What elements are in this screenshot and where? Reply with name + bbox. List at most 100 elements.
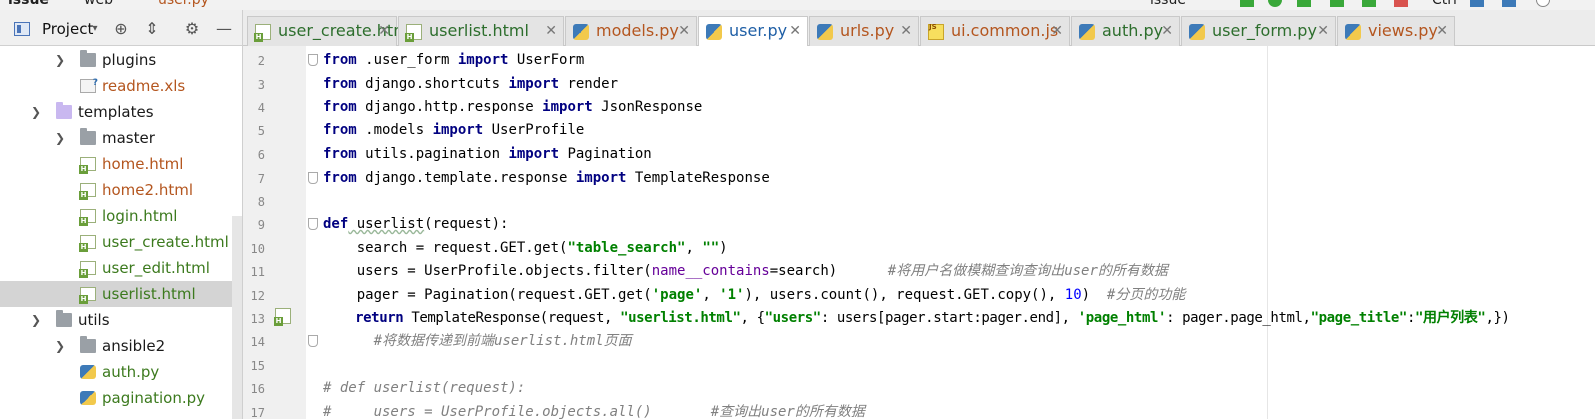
- tree-item-home-html[interactable]: home.html: [0, 151, 232, 177]
- fold-marker-icon[interactable]: [308, 172, 318, 184]
- keyword: from: [323, 99, 357, 115]
- chevron-right-icon[interactable]: ❯: [53, 47, 67, 73]
- code-text: pager = Pagination(request.GET.get(: [323, 287, 652, 303]
- tab-userlist-html[interactable]: userlist.html ✕: [398, 16, 564, 46]
- tab-label: urls.py: [840, 21, 895, 40]
- tree-item-label: templates: [78, 103, 154, 121]
- chevron-down-icon[interactable]: ❯: [29, 307, 43, 333]
- close-icon[interactable]: ✕: [1317, 17, 1329, 45]
- html-file-icon: [79, 235, 96, 252]
- chevron-right-icon[interactable]: ❯: [53, 333, 67, 359]
- tree-item-readme[interactable]: readme.xls: [0, 70, 232, 99]
- close-icon[interactable]: ✕: [789, 17, 801, 45]
- profile-icon[interactable]: [1330, 0, 1344, 7]
- tree-item-home2-html[interactable]: home2.html: [0, 177, 232, 203]
- collapse-all-icon[interactable]: ⇕: [143, 20, 161, 38]
- folder-icon: [56, 310, 72, 327]
- debug-icon[interactable]: [1268, 0, 1282, 7]
- tab-views-py[interactable]: views.py ✕: [1337, 16, 1455, 46]
- line-number: 13: [250, 312, 265, 326]
- tree-item-pagination-py[interactable]: pagination.py: [0, 385, 232, 411]
- xls-file-icon: [80, 70, 98, 96]
- step-icon[interactable]: [1362, 0, 1376, 7]
- coverage-icon[interactable]: [1297, 0, 1311, 7]
- tab-label: user_create.html: [278, 21, 414, 40]
- chevron-down-icon[interactable]: ❯: [29, 99, 43, 125]
- comment: #分页的功能: [1106, 287, 1186, 303]
- tab-ui-common-js[interactable]: ui.common.js ✕: [920, 13, 1070, 46]
- tab-user-py[interactable]: user.py ✕: [698, 16, 808, 47]
- close-icon[interactable]: ✕: [678, 17, 690, 45]
- tree-item-label: user_edit.html: [102, 259, 210, 277]
- close-icon[interactable]: ✕: [1161, 17, 1173, 45]
- string-literal: 'page_html': [1077, 310, 1167, 326]
- line-number: 10: [250, 242, 265, 256]
- search-everywhere-icon[interactable]: [1536, 0, 1550, 7]
- stop-icon[interactable]: [1394, 0, 1408, 7]
- keyword: from: [323, 122, 357, 138]
- breadcrumb-project[interactable]: issue: [8, 0, 49, 8]
- breadcrumb-folder[interactable]: web: [84, 0, 113, 8]
- breadcrumb-file[interactable]: user.py: [158, 0, 209, 8]
- close-icon[interactable]: ✕: [1051, 17, 1063, 45]
- close-icon[interactable]: ✕: [900, 17, 912, 45]
- vcs-commit-icon[interactable]: [1502, 0, 1516, 7]
- html-file-icon: [79, 183, 96, 200]
- tab-user-create-html[interactable]: user_create.html ✕: [247, 16, 413, 46]
- tree-item-userlist-html[interactable]: userlist.html: [0, 281, 232, 307]
- close-icon[interactable]: ✕: [1436, 17, 1448, 45]
- fold-marker-icon[interactable]: [308, 54, 318, 66]
- tree-item-login-html[interactable]: login.html: [0, 203, 232, 229]
- tree-item-auth-py[interactable]: auth.py: [0, 359, 232, 385]
- fold-marker-icon[interactable]: [308, 335, 318, 347]
- tree-item-ansible2[interactable]: ❯ ansible2: [0, 333, 232, 359]
- tree-item-templates[interactable]: ❯ templates: [0, 99, 232, 125]
- tree-scrollbar[interactable]: [232, 216, 242, 419]
- run-icon[interactable]: [1240, 0, 1254, 7]
- line-number: 7: [257, 172, 265, 186]
- tree-item-master[interactable]: ❯ master: [0, 125, 232, 151]
- keyword: import: [508, 76, 560, 92]
- tab-models-py[interactable]: models.py ✕: [565, 16, 697, 46]
- chevron-down-icon[interactable]: ▾: [86, 20, 104, 38]
- line-number: 12: [250, 289, 265, 303]
- keyword: from: [323, 76, 357, 92]
- tree-item-utils[interactable]: ❯ utils: [0, 307, 232, 333]
- tree-item-user-edit-html[interactable]: user_edit.html: [0, 255, 232, 281]
- code-line-12: pager = Pagination(request.GET.get('page…: [323, 284, 1186, 307]
- tab-user-form-py[interactable]: user_form.py ✕: [1181, 16, 1336, 46]
- navigate-to-template-icon[interactable]: [274, 308, 291, 326]
- close-icon[interactable]: ✕: [378, 17, 390, 45]
- tree-item-label: utils: [78, 311, 110, 329]
- code-text: JsonResponse: [592, 99, 703, 115]
- tab-urls-py[interactable]: urls.py ✕: [809, 16, 919, 46]
- tree-item-plugins[interactable]: ❯ plugins: [0, 47, 232, 73]
- comment: # users = UserProfile.objects.all() #查询出…: [323, 404, 865, 419]
- close-icon[interactable]: ✕: [545, 17, 557, 45]
- navigation-bar: issue web user.py issue Ctrl: [0, 0, 1595, 10]
- run-config-selector[interactable]: issue: [1150, 0, 1186, 8]
- code-text: search = request.GET.get(: [323, 240, 568, 256]
- code-text: =search): [769, 263, 888, 279]
- code-text: UserForm: [508, 52, 585, 68]
- gear-icon[interactable]: ⚙: [183, 20, 201, 38]
- code-line-9: def userlist(request):: [323, 213, 508, 236]
- string-literal: "用户列表": [1414, 310, 1486, 326]
- folder-icon: [80, 128, 96, 145]
- code-text: utils.pagination: [356, 146, 509, 162]
- tab-auth-py[interactable]: auth.py ✕: [1071, 16, 1180, 46]
- scroll-from-source-icon[interactable]: ⊕: [112, 20, 130, 38]
- line-number: 15: [250, 359, 265, 373]
- code-text: django.shortcuts: [356, 76, 509, 92]
- string-literal: "": [702, 240, 720, 256]
- vcs-update-icon[interactable]: [1470, 0, 1484, 7]
- python-file-icon: [80, 391, 96, 405]
- code-text: django.http.response: [356, 99, 543, 115]
- chevron-right-icon[interactable]: ❯: [53, 125, 67, 151]
- tree-item-user-create-html[interactable]: user_create.html: [0, 229, 232, 255]
- hide-panel-icon[interactable]: —: [215, 20, 233, 38]
- function-name: userlist: [348, 216, 425, 232]
- fold-marker-icon[interactable]: [308, 218, 318, 230]
- number-literal: 10: [1064, 287, 1082, 303]
- python-file-icon: [1079, 24, 1095, 40]
